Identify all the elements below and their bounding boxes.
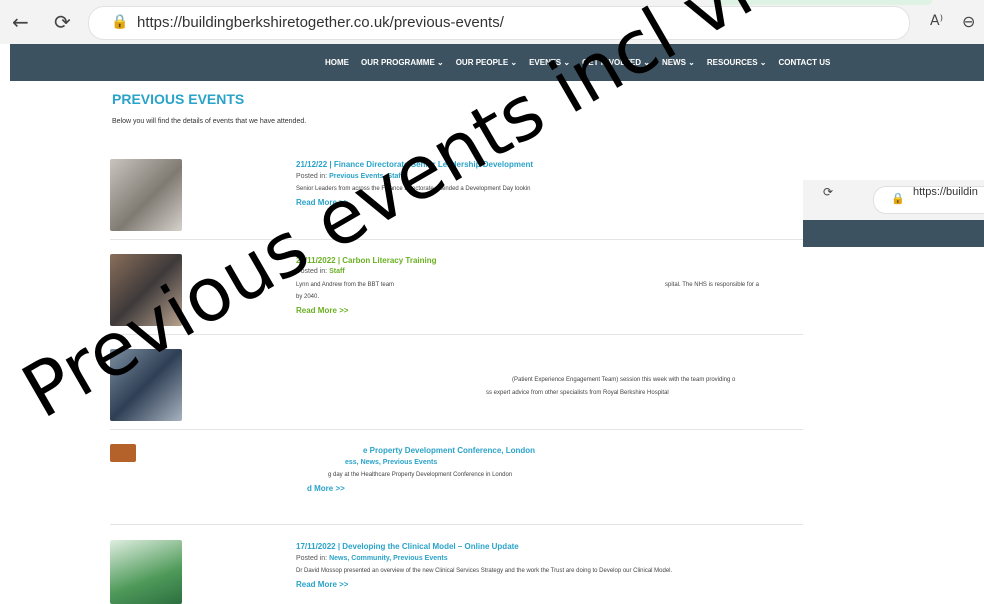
event-thumbnail[interactable] <box>110 159 182 231</box>
read-more-link[interactable]: Read More >> <box>296 306 348 315</box>
nav-resources[interactable]: RESOURCES ⌄ <box>707 58 767 67</box>
overlay-url-text: https://buildin <box>913 186 978 198</box>
nav-home[interactable]: HOME <box>325 58 349 67</box>
event-description-end: by 2040. <box>296 294 320 300</box>
back-icon[interactable]: ← <box>12 10 29 34</box>
read-more-link[interactable]: d More >> <box>307 484 345 493</box>
row-divider <box>110 429 803 430</box>
event-description: (Patient Experience Engagement Team) ses… <box>512 377 736 383</box>
refresh-icon: ⟳ <box>823 185 834 199</box>
read-aloud-icon[interactable]: A⁾ <box>930 13 943 29</box>
lock-icon: 🔒 <box>891 192 905 205</box>
event-thumbnail[interactable] <box>110 540 182 604</box>
nav-contact-us[interactable]: CONTACT US <box>778 58 830 67</box>
browser-toolbar: ← ⟳ 🔒 https://buildingberkshiretogether.… <box>0 0 984 44</box>
event-description-cont: spital. The NHS is responsible for a <box>665 282 759 288</box>
page-intro: Below you will find the details of event… <box>112 118 307 125</box>
nav-our-people[interactable]: OUR PEOPLE ⌄ <box>456 58 517 67</box>
event-title[interactable]: 17/11/2022 | Developing the Clinical Mod… <box>296 542 519 551</box>
address-bar[interactable]: 🔒 https://buildingberkshiretogether.co.u… <box>88 6 910 40</box>
overlay-nav-bar <box>803 220 984 247</box>
read-more-link[interactable]: Read More >> <box>296 580 348 589</box>
event-description: Dr David Mossop presented an overview of… <box>296 568 673 574</box>
event-description: g day at the Healthcare Property Develop… <box>328 472 513 478</box>
site-navigation: HOME OUR PROGRAMME ⌄ OUR PEOPLE ⌄ EVENTS… <box>10 44 984 81</box>
lock-icon: 🔒 <box>111 14 129 30</box>
overlay-browser-bar: ⟳ 🔒 https://buildin <box>803 180 984 220</box>
event-posted-in: ess, News, Previous Events <box>345 459 438 466</box>
row-divider <box>110 524 803 525</box>
event-thumbnail[interactable] <box>110 444 136 462</box>
zoom-icon[interactable]: ⊖ <box>962 12 975 31</box>
url-text[interactable]: https://buildingberkshiretogether.co.uk/… <box>137 14 504 31</box>
event-title[interactable]: e Property Development Conference, Londo… <box>363 446 535 455</box>
page-title: PREVIOUS EVENTS <box>112 91 245 107</box>
row-divider <box>110 239 803 240</box>
nav-our-programme[interactable]: OUR PROGRAMME ⌄ <box>361 58 444 67</box>
event-description-cont: ss expert advice from other specialists … <box>486 390 669 396</box>
event-posted-in: Posted in: News, Community, Previous Eve… <box>296 555 448 562</box>
refresh-icon[interactable]: ⟳ <box>54 10 71 34</box>
